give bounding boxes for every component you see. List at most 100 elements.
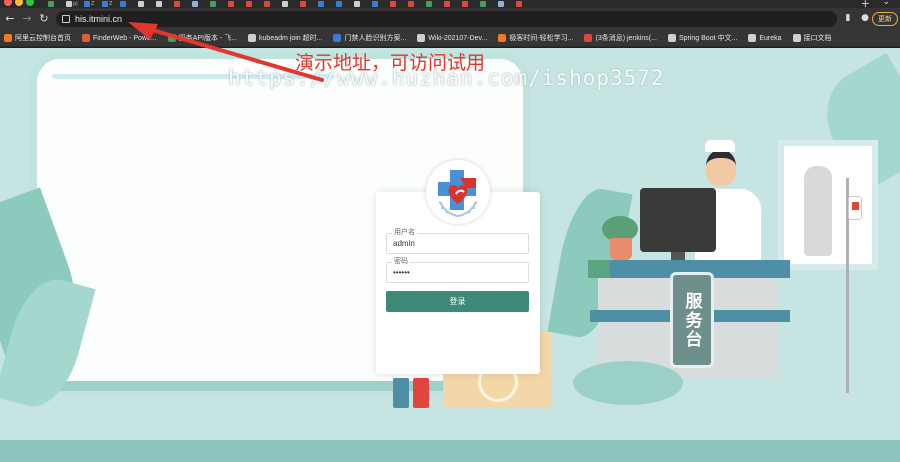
browser-tab[interactable]	[210, 0, 225, 8]
bookmark-label: Wiki-202107-Dev...	[428, 34, 488, 42]
tab-favicon-icon	[174, 1, 180, 7]
browser-tab[interactable]	[174, 0, 189, 8]
profile-icon[interactable]: ●	[860, 13, 870, 23]
tab-favicon-icon	[282, 1, 288, 7]
bookmark-favicon-icon	[498, 34, 507, 42]
bookmark-item[interactable]: (3条消息) jenkins(...	[584, 33, 657, 43]
browser-tab[interactable]	[444, 0, 459, 8]
bookmark-favicon-icon	[4, 34, 12, 42]
username-field[interactable]: 用户名	[386, 228, 529, 254]
tab-favicon-icon	[444, 1, 450, 7]
browser-tab[interactable]	[282, 0, 297, 8]
bookmark-label: 服务API版本 - 飞...	[178, 35, 238, 42]
tab-favicon-icon	[408, 1, 414, 7]
tab-search-icon[interactable]: ⌄	[882, 0, 890, 7]
tab-title: Z	[109, 1, 113, 7]
url-text[interactable]: his.itmini.cn	[75, 12, 122, 26]
bookmark-label: (3条消息) jenkins(...	[595, 35, 657, 42]
browser-tab[interactable]	[48, 0, 63, 8]
bookmark-favicon-icon	[82, 34, 90, 42]
bookmark-item[interactable]: 接口文档	[792, 33, 832, 43]
tab-strip: p| Z Z	[48, 0, 531, 8]
bookmark-item[interactable]: kubeadm join 超时...	[248, 33, 322, 43]
tab-favicon-icon	[210, 1, 216, 7]
service-desk-sign-text: 服务台	[681, 291, 702, 349]
bookmark-label: Eureka	[759, 34, 782, 42]
binder-illustration	[413, 378, 429, 408]
nurse-hat-illustration	[705, 140, 735, 152]
new-tab-icon[interactable]: +	[861, 0, 870, 8]
floor-illustration	[0, 440, 900, 462]
password-input[interactable]	[393, 266, 523, 279]
browser-tab[interactable]	[318, 0, 333, 8]
browser-tab[interactable]	[480, 0, 495, 8]
update-button[interactable]: 更新	[872, 12, 898, 26]
browser-tab[interactable]	[156, 0, 171, 8]
tab-favicon-icon	[246, 1, 252, 7]
bookmark-item[interactable]: Spring Boot 中文...	[667, 33, 737, 43]
browser-tab[interactable]	[246, 0, 261, 8]
browser-tab[interactable]	[462, 0, 477, 8]
tab-favicon-icon	[138, 1, 144, 7]
url-field[interactable]: his.itmini.cn	[56, 11, 837, 27]
tab-favicon-icon	[156, 1, 162, 7]
bookmark-label: 阿里云控制台首页	[15, 35, 71, 42]
tab-favicon-icon	[462, 1, 468, 7]
tab-favicon-icon	[480, 1, 486, 7]
bookmark-favicon-icon	[167, 34, 176, 42]
floor-shadow-illustration	[573, 361, 683, 405]
password-field[interactable]: 密码	[386, 257, 529, 283]
bookmark-item[interactable]: Eureka	[748, 34, 782, 42]
browser-tab-bar: p| Z Z + ⌄	[0, 0, 900, 8]
address-bar: ← → ↻ his.itmini.cn ▮ ● 更新	[0, 8, 900, 30]
browser-tab[interactable]	[120, 0, 135, 8]
reload-icon[interactable]: ↻	[37, 12, 51, 26]
browser-tab[interactable]	[372, 0, 387, 8]
browser-tab[interactable]	[426, 0, 441, 8]
browser-tab[interactable]: p|	[66, 0, 81, 8]
maximize-window-icon[interactable]	[26, 0, 34, 6]
side-panel-icon[interactable]: ▮	[843, 13, 853, 23]
site-info-icon[interactable]	[62, 15, 70, 23]
tab-favicon-icon	[426, 1, 432, 7]
watermark-text: https://www.huzhan.com/ishop3572	[228, 66, 665, 90]
bookmark-favicon-icon	[333, 34, 342, 42]
tab-favicon-icon	[390, 1, 396, 7]
browser-tab[interactable]: Z	[102, 0, 117, 8]
forward-icon[interactable]: →	[20, 12, 34, 26]
browser-tab[interactable]	[264, 0, 279, 8]
username-label: 用户名	[392, 228, 417, 236]
tab-favicon-icon	[318, 1, 324, 7]
password-label: 密码	[392, 257, 410, 265]
browser-tab[interactable]	[336, 0, 351, 8]
browser-tab[interactable]	[300, 0, 315, 8]
bookmark-favicon-icon	[792, 34, 801, 42]
tab-favicon-icon	[228, 1, 234, 7]
browser-tab[interactable]	[138, 0, 153, 8]
bookmark-label: kubeadm join 超时...	[259, 35, 323, 42]
browser-tab[interactable]	[192, 0, 207, 8]
browser-tab[interactable]	[408, 0, 423, 8]
bookmark-item[interactable]: 服务API版本 - 飞...	[167, 33, 238, 43]
tab-favicon-icon	[66, 1, 72, 7]
back-icon[interactable]: ←	[3, 12, 17, 26]
browser-tab[interactable]	[498, 0, 513, 8]
tab-favicon-icon	[336, 1, 342, 7]
browser-tab[interactable]	[390, 0, 405, 8]
username-input[interactable]	[393, 237, 523, 250]
bookmark-item[interactable]: 门禁人脸识别方案...	[333, 33, 406, 43]
browser-tab[interactable]	[516, 0, 531, 8]
bookmark-item[interactable]: FinderWeb - Powe...	[82, 34, 157, 42]
close-window-icon[interactable]	[4, 0, 12, 6]
browser-tab[interactable]	[228, 0, 243, 8]
bookmark-item[interactable]: 阿里云控制台首页	[4, 33, 71, 43]
bookmark-item[interactable]: Wiki-202107-Dev...	[417, 34, 487, 42]
tab-favicon-icon	[102, 1, 108, 7]
login-button[interactable]: 登录	[386, 291, 529, 312]
minimize-window-icon[interactable]	[15, 0, 23, 6]
browser-tab[interactable]	[354, 0, 369, 8]
browser-tab[interactable]: Z	[84, 0, 99, 8]
monitor-illustration	[640, 188, 716, 252]
bookmark-item[interactable]: 极客时间-轻松学习...	[498, 33, 573, 43]
tab-favicon-icon	[300, 1, 306, 7]
